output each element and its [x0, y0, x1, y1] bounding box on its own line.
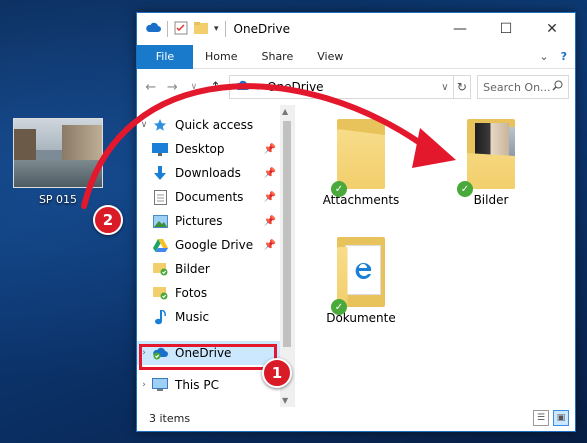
- star-icon: [151, 117, 169, 133]
- sidebar-item-label: Music: [175, 310, 210, 324]
- pc-icon: [151, 377, 169, 393]
- folder-icon: [331, 119, 391, 189]
- music-icon: [151, 309, 169, 325]
- sync-check-icon: ✓: [331, 299, 347, 315]
- documents-icon: [151, 189, 169, 205]
- maximize-button[interactable]: ☐: [483, 13, 529, 45]
- tab-view[interactable]: View: [305, 45, 355, 69]
- title-bar: ▾ OneDrive — ☐ ✕: [137, 13, 575, 45]
- breadcrumb[interactable]: OneDrive: [267, 80, 323, 94]
- help-icon[interactable]: ?: [561, 50, 567, 63]
- scrollbar-thumb[interactable]: [283, 121, 291, 347]
- folder-label: Dokumente: [326, 311, 396, 325]
- ribbon-tabs: File Home Share View ⌄ ?: [137, 44, 575, 69]
- item-count: 3 items: [149, 411, 191, 425]
- window-title: OneDrive: [233, 22, 290, 36]
- minimize-button[interactable]: —: [437, 13, 483, 45]
- search-input[interactable]: Search On...: [477, 75, 569, 99]
- properties-icon[interactable]: [174, 21, 188, 38]
- desktop-file-label: SP 015: [38, 193, 78, 206]
- scroll-up-icon[interactable]: ▲: [282, 107, 288, 116]
- sidebar-item-fotos[interactable]: Fotos: [137, 281, 294, 305]
- sidebar-item-bilder[interactable]: Bilder: [137, 257, 294, 281]
- sidebar-item-documents[interactable]: Documents 📌: [137, 185, 294, 209]
- sidebar-item-label: Downloads: [175, 166, 241, 180]
- sync-check-icon: ✓: [331, 181, 347, 197]
- forward-button[interactable]: →: [165, 80, 181, 95]
- sidebar-item-music[interactable]: Music: [137, 305, 294, 329]
- sidebar-item-label: Quick access: [175, 118, 254, 132]
- search-placeholder: Search On...: [483, 80, 551, 94]
- step-badge-1: 1: [262, 358, 292, 388]
- sync-check-icon: ✓: [457, 181, 473, 197]
- sidebar-item-downloads[interactable]: Downloads 📌: [137, 161, 294, 185]
- desktop-file-icon[interactable]: SP 015: [8, 118, 108, 206]
- pin-icon: 📌: [263, 239, 276, 251]
- file-list: ✓ Attachments ✓ Bilder ✓ Dokumente: [295, 105, 575, 407]
- new-folder-icon[interactable]: [194, 21, 208, 37]
- expand-ribbon-icon[interactable]: ⌄: [539, 50, 548, 63]
- details-view-icon[interactable]: ☰: [533, 410, 549, 426]
- close-button[interactable]: ✕: [529, 13, 575, 45]
- sidebar-item-label: Bilder: [175, 262, 210, 276]
- status-bar: 3 items ☰ ▣: [137, 405, 575, 431]
- pin-icon: 📌: [263, 191, 276, 203]
- edge-document-icon: [345, 245, 381, 295]
- search-icon: [552, 80, 563, 94]
- folder-label: Attachments: [322, 193, 400, 207]
- sidebar-item-label: Pictures: [175, 214, 223, 228]
- sidebar-item-quick-access[interactable]: ∨ Quick access: [137, 113, 294, 137]
- folder-item-dokumente[interactable]: ✓ Dokumente: [311, 237, 411, 325]
- desktop-icon: [151, 141, 169, 157]
- sidebar-item-label: Documents: [175, 190, 244, 204]
- quick-access-toolbar: ▾: [137, 21, 226, 38]
- back-button[interactable]: ←: [143, 80, 159, 95]
- pictures-icon: [151, 213, 169, 229]
- folder-synced-icon: [151, 261, 169, 277]
- onedrive-cloud-icon: [234, 80, 251, 94]
- folder-item-attachments[interactable]: ✓ Attachments: [311, 119, 411, 207]
- sidebar-item-label: Desktop: [175, 142, 225, 156]
- sidebar-item-google-drive[interactable]: Google Drive 📌: [137, 233, 294, 257]
- sidebar-item-label: This PC: [175, 378, 219, 392]
- sidebar-item-desktop[interactable]: Desktop 📌: [137, 137, 294, 161]
- tab-share[interactable]: Share: [249, 45, 305, 69]
- up-button[interactable]: ↑: [208, 80, 224, 95]
- folder-label: Bilder: [473, 193, 509, 207]
- pin-icon: 📌: [263, 215, 276, 227]
- photo-folder-icon: [461, 119, 521, 189]
- photo-thumbnail: [13, 118, 103, 188]
- recent-locations-button[interactable]: ∨: [186, 82, 202, 92]
- tab-file[interactable]: File: [137, 44, 193, 69]
- breadcrumb-separator: ›: [256, 80, 262, 94]
- customize-toolbar-icon[interactable]: ▾: [214, 24, 219, 34]
- highlight-box: [139, 344, 277, 370]
- refresh-button[interactable]: ↻: [453, 75, 472, 99]
- google-drive-icon: [151, 237, 169, 253]
- folder-synced-icon: [151, 285, 169, 301]
- tab-home[interactable]: Home: [193, 45, 249, 69]
- pin-icon: 📌: [263, 143, 276, 155]
- address-row: ← → ∨ ↑ › OneDrive ∨ ↻ Search On...: [137, 69, 575, 105]
- onedrive-cloud-icon: [145, 22, 161, 36]
- folder-item-bilder[interactable]: ✓ Bilder: [441, 119, 541, 207]
- expand-chevron-icon[interactable]: ›: [137, 380, 151, 390]
- download-icon: [151, 165, 169, 181]
- address-bar[interactable]: › OneDrive ∨: [229, 75, 454, 99]
- pin-icon: 📌: [263, 167, 276, 179]
- scroll-down-icon[interactable]: ▼: [282, 396, 288, 405]
- address-dropdown-icon[interactable]: ∨: [441, 82, 448, 93]
- step-badge-2: 2: [93, 205, 123, 235]
- sidebar-item-label: Fotos: [175, 286, 208, 300]
- sidebar-item-pictures[interactable]: Pictures 📌: [137, 209, 294, 233]
- sidebar-item-label: Google Drive: [175, 238, 254, 252]
- large-icons-view-icon[interactable]: ▣: [553, 410, 569, 426]
- document-folder-icon: [331, 237, 391, 307]
- expand-chevron-icon[interactable]: ∨: [137, 120, 151, 130]
